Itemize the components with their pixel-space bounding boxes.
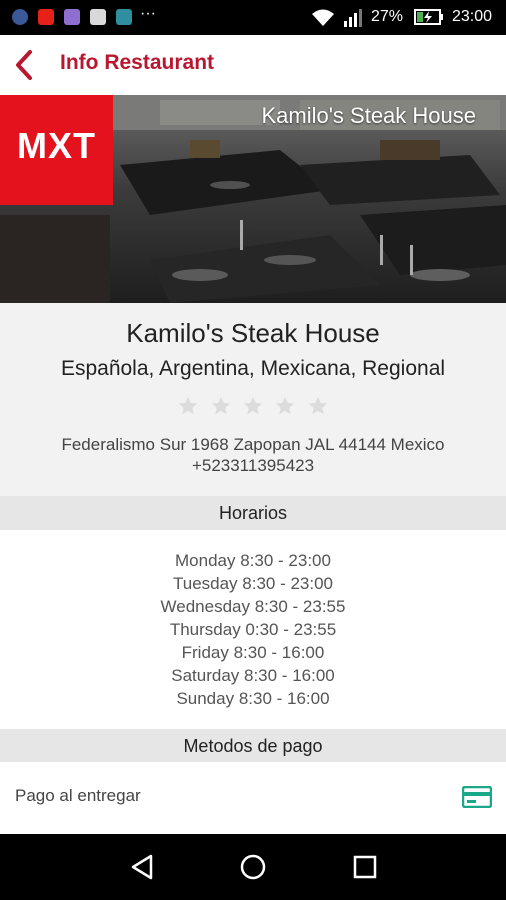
hours-row-friday: Friday 8:30 - 16:00	[181, 643, 325, 662]
payment-method-row[interactable]: Pago al entregar	[0, 762, 506, 828]
payment-header: Metodos de pago	[0, 729, 506, 763]
restaurant-phone[interactable]: +523311395423	[0, 455, 506, 476]
logo-text: MXT	[17, 125, 96, 166]
page-title: Info Restaurant	[60, 51, 215, 74]
star-icon[interactable]	[177, 395, 199, 417]
restaurant-address: Federalismo Sur 1968 Zapopan JAL 44144 M…	[61, 435, 445, 454]
hours-row-thursday: Thursday 0:30 - 23:55	[169, 620, 337, 639]
restaurant-name: Kamilo's Steak House	[126, 318, 380, 348]
star-icon[interactable]	[242, 395, 264, 417]
battery-charging-icon	[414, 9, 443, 25]
system-nav-bar	[0, 834, 506, 900]
hours-row-monday: Monday 8:30 - 23:00	[175, 551, 331, 570]
restaurant-cuisine: Española, Argentina, Mexicana, Regional	[60, 357, 446, 380]
app-icon	[64, 9, 80, 25]
hours-header: Horarios	[0, 496, 506, 530]
hours-list: Monday 8:30 - 23:00 Tuesday 8:30 - 23:00…	[0, 549, 506, 710]
restaurant-hero-image: Kamilo's Steak House MXT	[0, 95, 506, 303]
hero-restaurant-name: Kamilo's Steak House	[261, 103, 476, 128]
hours-row-wednesday: Wednesday 8:30 - 23:55	[160, 597, 346, 616]
signal-icon	[344, 9, 362, 27]
restaurant-logo: MXT	[0, 95, 113, 205]
battery-percent: 27%	[371, 8, 404, 25]
back-triangle-icon[interactable]	[127, 852, 157, 882]
hours-row-saturday: Saturday 8:30 - 16:00	[171, 666, 335, 685]
hours-row-tuesday: Tuesday 8:30 - 23:00	[172, 574, 334, 593]
hours-row-sunday: Sunday 8:30 - 16:00	[176, 689, 330, 708]
chevron-left-icon[interactable]	[10, 48, 40, 82]
home-circle-icon[interactable]	[238, 852, 268, 882]
restaurant-address-block: Federalismo Sur 1968 Zapopan JAL 44144 M…	[0, 434, 506, 476]
status-time: 23:00	[452, 8, 493, 25]
app-bar: Info Restaurant	[0, 35, 506, 95]
payment-method-label: Pago al entregar	[15, 786, 141, 805]
rating-stars[interactable]	[0, 395, 506, 422]
status-bar: ··· 27% 23:00	[0, 0, 506, 35]
app-icon	[90, 9, 106, 25]
star-icon[interactable]	[274, 395, 296, 417]
app-icon	[116, 9, 132, 25]
facebook-icon	[12, 9, 28, 25]
star-icon[interactable]	[210, 395, 232, 417]
credit-card-icon	[462, 786, 492, 808]
star-icon[interactable]	[307, 395, 329, 417]
wifi-icon	[312, 9, 334, 26]
recents-square-icon[interactable]	[350, 852, 380, 882]
status-overflow: ···	[140, 5, 156, 22]
youtube-icon	[38, 9, 54, 25]
restaurant-info: Kamilo's Steak House Española, Argentina…	[0, 303, 506, 496]
